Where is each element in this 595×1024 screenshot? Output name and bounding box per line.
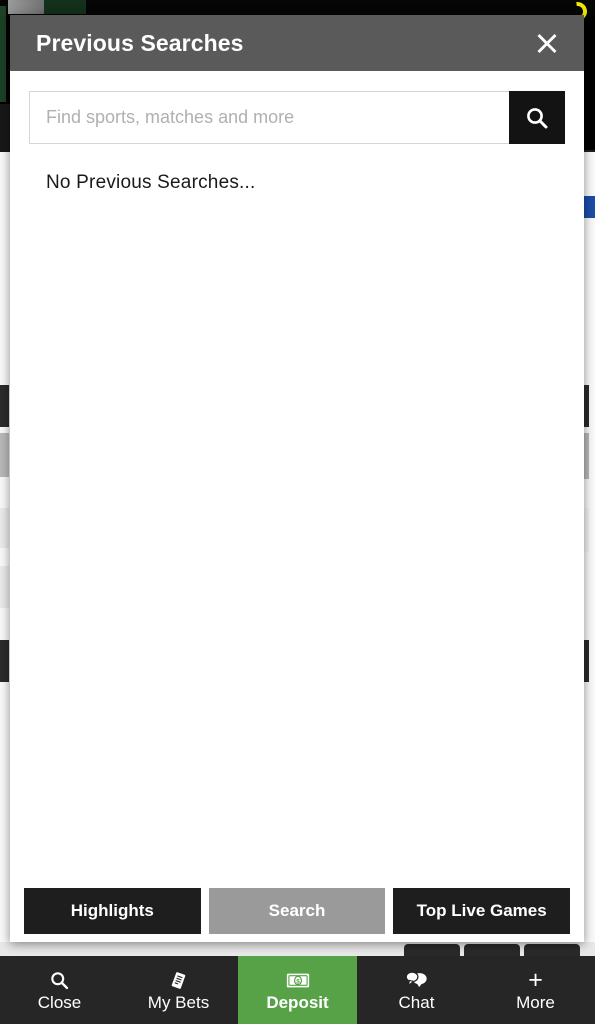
empty-state-message: No Previous Searches...: [46, 172, 256, 193]
nav-label-close: Close: [37, 993, 82, 1012]
nav-item-close[interactable]: Close: [0, 956, 119, 1024]
tab-top-live-games[interactable]: Top Live Games: [393, 888, 571, 934]
bottom-nav: Close My Bets $ Deposit Chat + More: [0, 956, 595, 1024]
close-icon[interactable]: [530, 26, 564, 60]
nav-label-more: More: [516, 993, 555, 1012]
background-grey-tab: [8, 0, 46, 14]
background-row-sliver: [0, 566, 9, 608]
background-chip: [464, 944, 520, 956]
search-icon: [49, 969, 70, 991]
background-dark-strip-left: [0, 104, 10, 152]
background-chip: [524, 944, 580, 956]
nav-label-chat: Chat: [398, 993, 435, 1012]
background-row-sliver: [0, 433, 9, 477]
background-green-rail: [0, 6, 6, 102]
nav-item-more[interactable]: + More: [476, 956, 595, 1024]
previous-searches-modal: Previous Searches No Previous Searches..…: [10, 15, 584, 942]
receipt-icon: [168, 969, 189, 991]
search-bar: [29, 91, 565, 144]
search-icon[interactable]: [509, 91, 565, 144]
nav-label-deposit: Deposit: [266, 993, 329, 1012]
background-row-sliver: [0, 640, 9, 682]
background-chip: [404, 944, 460, 956]
tab-highlights[interactable]: Highlights: [24, 888, 201, 934]
tab-search[interactable]: Search: [208, 888, 386, 934]
nav-item-deposit[interactable]: $ Deposit: [238, 956, 357, 1024]
nav-label-my-bets: My Bets: [147, 993, 210, 1012]
modal-tab-row: Highlights Search Top Live Games: [10, 880, 584, 942]
background-green-tab: [44, 0, 86, 14]
background-topbar: [0, 0, 595, 16]
background-row-sliver: [0, 385, 9, 427]
modal-title: Previous Searches: [36, 29, 244, 56]
svg-text:$: $: [296, 978, 300, 985]
modal-body: No Previous Searches...: [10, 71, 584, 880]
background-row-sliver: [0, 508, 9, 548]
modal-header: Previous Searches: [10, 15, 584, 71]
plus-icon: +: [528, 966, 543, 994]
chat-icon: [405, 969, 428, 991]
app-root: Previous Searches No Previous Searches..…: [0, 0, 595, 1024]
nav-item-my-bets[interactable]: My Bets: [119, 956, 238, 1024]
nav-item-chat[interactable]: Chat: [357, 956, 476, 1024]
banknote-icon: $: [286, 969, 310, 991]
search-input[interactable]: [29, 91, 509, 144]
